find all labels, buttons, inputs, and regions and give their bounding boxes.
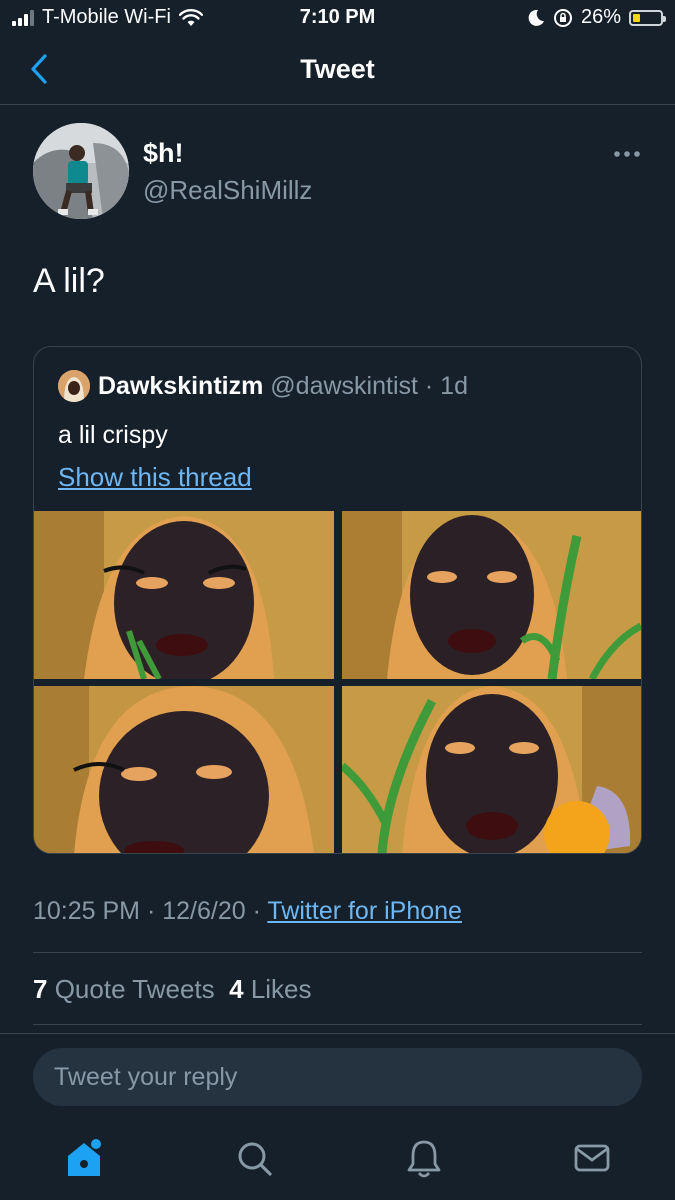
nav-bar: Tweet <box>0 34 675 105</box>
timestamp-date: 12/6/20 <box>162 897 246 925</box>
quoted-author-avatar <box>58 370 90 402</box>
divider <box>33 1024 642 1025</box>
quoted-text: a lil crispy <box>58 421 168 449</box>
status-left: T-Mobile Wi-Fi <box>12 6 203 29</box>
media-photo-1[interactable] <box>34 511 334 679</box>
notifications-icon[interactable] <box>404 1136 444 1180</box>
moon-icon <box>528 9 544 26</box>
author-avatar[interactable] <box>33 123 129 219</box>
more-options-icon[interactable] <box>612 146 642 162</box>
signal-icon <box>12 9 34 26</box>
timestamp-time: 10:25 PM <box>33 897 141 925</box>
status-bar: T-Mobile Wi-Fi 7:10 PM 26% <box>0 0 675 34</box>
show-thread-link[interactable]: Show this thread <box>58 462 252 493</box>
battery-percent: 26% <box>580 6 621 28</box>
likes-count: 4 <box>229 974 244 1004</box>
tweet-source-link[interactable]: Twitter for iPhone <box>267 897 462 925</box>
carrier-label: T-Mobile Wi-Fi <box>42 6 171 28</box>
messages-icon[interactable] <box>572 1136 612 1180</box>
search-icon[interactable] <box>234 1136 274 1180</box>
reply-input[interactable]: Tweet your reply <box>33 1048 642 1106</box>
media-photo-3[interactable] <box>34 686 334 853</box>
wifi-icon <box>178 8 203 26</box>
tweet-text: A lil? <box>33 262 105 300</box>
engagement-stats: 7 Quote Tweets 4 Likes <box>33 974 312 1005</box>
separator-dot: · <box>140 897 163 925</box>
media-photo-4[interactable] <box>342 686 641 853</box>
tweet-timestamp: 10:25 PM · 12/6/20 · Twitter for iPhone <box>33 897 462 926</box>
quoted-author-handle: @dawskintist <box>270 372 418 400</box>
battery-level <box>633 13 640 22</box>
tab-bar <box>0 1118 675 1200</box>
likes-label: Likes <box>250 974 312 1004</box>
media-photo-2[interactable] <box>342 511 641 679</box>
quoted-header: Dawkskintizm @dawskintist · 1d <box>98 372 468 401</box>
quote-tweets-count: 7 <box>33 974 48 1004</box>
author-handle[interactable]: @RealShiMillz <box>143 175 312 206</box>
battery-icon <box>629 9 666 26</box>
author-name[interactable]: $h! <box>143 138 184 169</box>
quote-tweets-stat[interactable]: 7 Quote Tweets <box>33 974 215 1004</box>
separator-dot: · <box>417 372 441 400</box>
reply-placeholder: Tweet your reply <box>54 1063 238 1091</box>
quoted-tweet-card[interactable]: Dawkskintizm @dawskintist · 1d a lil cri… <box>33 346 642 854</box>
quoted-author-name: Dawkskintizm <box>98 372 264 400</box>
avatar-photo <box>33 123 129 219</box>
media-grid <box>34 511 641 853</box>
page-title: Tweet <box>300 54 375 84</box>
divider <box>33 952 642 953</box>
quote-tweets-label: Quote Tweets <box>54 974 215 1004</box>
separator-dot: · <box>245 897 268 925</box>
home-icon[interactable] <box>64 1136 104 1180</box>
chevron-left-icon[interactable] <box>26 52 56 86</box>
status-right: 26% <box>527 6 666 29</box>
divider <box>0 1033 675 1034</box>
quoted-age: 1d <box>440 372 468 400</box>
likes-stat[interactable]: 4 Likes <box>229 974 311 1004</box>
orientation-lock-icon <box>553 8 572 27</box>
